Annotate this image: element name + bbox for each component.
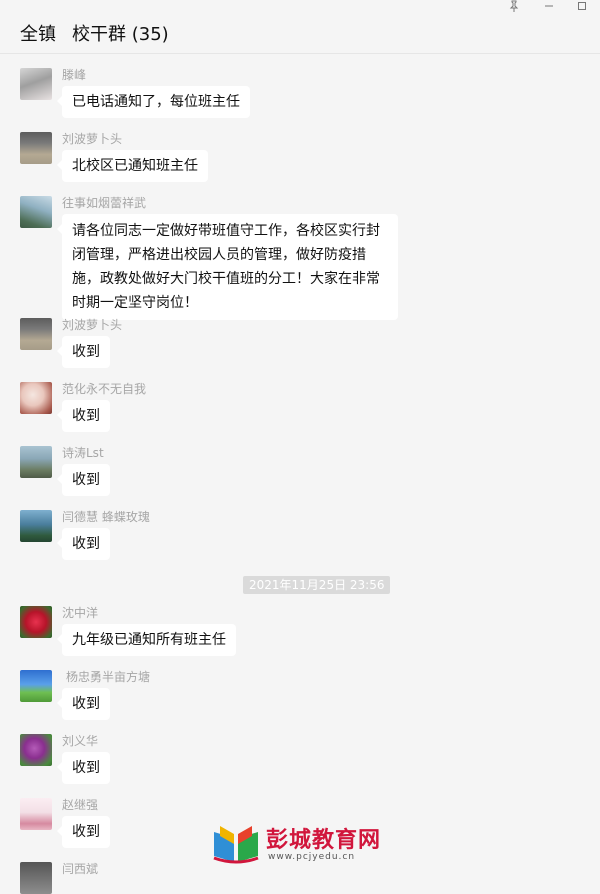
message-text: 收到 bbox=[72, 344, 100, 360]
avatar[interactable] bbox=[20, 382, 52, 414]
message-bubble[interactable]: 收到 bbox=[57, 336, 110, 368]
avatar[interactable] bbox=[20, 606, 52, 638]
avatar[interactable] bbox=[20, 446, 52, 478]
avatar[interactable] bbox=[20, 318, 52, 350]
message-text: 收到 bbox=[72, 696, 100, 712]
message-text: 收到 bbox=[72, 408, 100, 424]
avatar[interactable] bbox=[20, 734, 52, 766]
sender-name: 范化永不无自我 bbox=[62, 382, 147, 396]
avatar[interactable] bbox=[20, 862, 52, 894]
avatar[interactable] bbox=[20, 670, 52, 702]
message-text: 收到 bbox=[72, 536, 100, 552]
chat-title-group: 全镇 bbox=[20, 24, 56, 45]
title-bar: 全镇 校干群 (35) bbox=[0, 0, 600, 54]
message-bubble[interactable]: 收到 bbox=[57, 688, 110, 720]
minimize-icon[interactable] bbox=[539, 0, 559, 14]
message-bubble[interactable]: 九年级已通知所有班主任 bbox=[57, 624, 236, 656]
message-bubble[interactable]: 收到 bbox=[57, 816, 110, 848]
sender-name: 滕峰 bbox=[62, 68, 87, 82]
message-text: 收到 bbox=[72, 472, 100, 488]
message-bubble[interactable]: 收到 bbox=[57, 528, 110, 560]
book-logo-icon bbox=[213, 826, 259, 864]
message-text: 收到 bbox=[72, 760, 100, 776]
message-bubble[interactable]: 收到 bbox=[57, 464, 110, 496]
message-bubble[interactable]: 请各位同志一定做好带班值守工作，各校区实行封闭管理，严格进出校园人员的管理，做好… bbox=[57, 214, 398, 320]
chat-title-name: 校干群 (35) bbox=[72, 24, 169, 45]
sender-name: 刘波萝卜头 bbox=[62, 132, 123, 146]
watermark-text: 彭城教育网 bbox=[266, 828, 382, 853]
message-bubble[interactable]: 收到 bbox=[57, 400, 110, 432]
sender-name: 诗涛Lst bbox=[62, 446, 104, 460]
site-watermark: 彭城教育网 www.pcjyedu.cn bbox=[210, 822, 400, 868]
sender-name: 刘义华 bbox=[62, 734, 99, 748]
message-text: 收到 bbox=[72, 824, 100, 840]
message-text: 九年级已通知所有班主任 bbox=[72, 632, 226, 648]
avatar[interactable] bbox=[20, 510, 52, 542]
message-bubble[interactable]: 已电话通知了，每位班主任 bbox=[57, 86, 250, 118]
message-list[interactable]: 滕峰 已电话通知了，每位班主任 刘波萝卜头 北校区已通知班主任 往事如烟蕾祥武 … bbox=[0, 56, 600, 894]
message-text: 已电话通知了，每位班主任 bbox=[72, 94, 240, 110]
avatar[interactable] bbox=[20, 132, 52, 164]
avatar[interactable] bbox=[20, 68, 52, 100]
avatar[interactable] bbox=[20, 798, 52, 830]
sender-name: 杨忠勇半亩方塘 bbox=[66, 670, 151, 684]
chat-title: 全镇 校干群 (35) bbox=[20, 20, 169, 46]
avatar[interactable] bbox=[20, 196, 52, 228]
sender-name: 闫西斌 bbox=[62, 862, 99, 876]
message-bubble[interactable]: 收到 bbox=[57, 752, 110, 784]
pin-icon[interactable] bbox=[504, 0, 524, 14]
message-text: 北校区已通知班主任 bbox=[72, 158, 198, 174]
message-bubble[interactable]: 北校区已通知班主任 bbox=[57, 150, 208, 182]
maximize-icon[interactable] bbox=[572, 0, 592, 14]
sender-name: 沈中洋 bbox=[62, 606, 99, 620]
sender-name: 赵继强 bbox=[62, 798, 99, 812]
sender-name: 往事如烟蕾祥武 bbox=[62, 196, 147, 210]
watermark-url: www.pcjyedu.cn bbox=[268, 852, 356, 862]
timestamp-divider: 2021年11月25日 23:56 bbox=[243, 576, 391, 594]
message-text: 请各位同志一定做好带班值守工作，各校区实行封闭管理，严格进出校园人员的管理，做好… bbox=[72, 223, 380, 311]
sender-name: 闫德慧 蜂蝶玫瑰 bbox=[62, 510, 150, 524]
sender-name: 刘波萝卜头 bbox=[62, 318, 123, 332]
